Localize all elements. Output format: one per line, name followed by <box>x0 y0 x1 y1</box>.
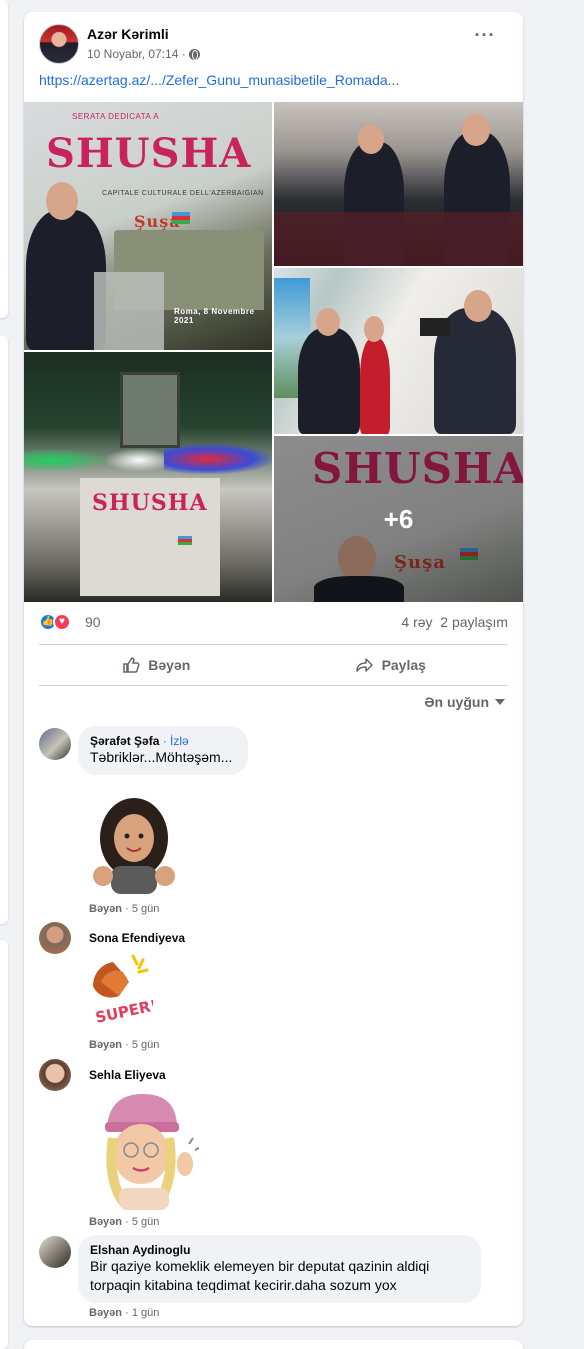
clapping-super-sticker[interactable]: SUPER! <box>89 952 159 1032</box>
thumbs-up-icon <box>123 657 140 673</box>
next-post-card <box>24 1340 523 1349</box>
comment-text: Bir qaziye komeklik elemeyen bir deputat… <box>90 1258 430 1293</box>
post-header: Azər Kərimli 10 Noyabr, 07:14 · ··· <box>39 24 511 64</box>
author-avatar[interactable] <box>39 24 79 64</box>
commenter-name: Şərafət Şəfa · İzlə <box>90 734 236 748</box>
facade-banner: SHUSHA <box>80 478 220 596</box>
banner-title: SHUSHA <box>46 130 252 177</box>
comment-footer: Bəyən · 1 gün <box>89 1307 159 1319</box>
comment-time[interactable]: · 5 gün <box>125 1039 159 1051</box>
share-button-label: Paylaş <box>381 657 426 673</box>
commenter-avatar[interactable] <box>39 922 71 954</box>
globe-icon <box>188 48 200 60</box>
comment-like-link[interactable]: Bəyən <box>89 1307 122 1319</box>
post-meta: 10 Noyabr, 07:14 · <box>87 47 200 61</box>
clapping-hands-icon: SUPER! <box>93 954 159 1027</box>
post-actions: Bəyən Paylaş <box>39 646 508 684</box>
interviewee-figure <box>298 328 360 434</box>
comment-footer: Bəyən · 5 gün <box>89 903 159 915</box>
post-link[interactable]: https://azertag.az/.../Zefer_Gunu_munasi… <box>39 72 399 88</box>
comment-bubble: Şərafət Şəfa · İzlə Təbriklər...Möhtəşəm… <box>78 726 248 775</box>
commenter-name[interactable]: Elshan Aydinoglu <box>90 1243 469 1257</box>
commenter-name-text[interactable]: Şərafət Şəfa <box>90 734 159 748</box>
comment-sort-dropdown[interactable]: Ən uyğun <box>424 694 505 710</box>
like-button-label: Bəyən <box>148 657 191 673</box>
camera <box>420 318 450 336</box>
comment-like-link[interactable]: Bəyən <box>89 1039 122 1051</box>
comment-like-link[interactable]: Bəyən <box>89 903 122 915</box>
share-count[interactable]: 2 paylaşım <box>440 614 508 630</box>
divider <box>39 644 508 645</box>
avatar-waving-sticker[interactable] <box>89 1092 202 1210</box>
photo-more[interactable]: SHUSHA Şuşa +6 <box>274 436 523 602</box>
commenter-name[interactable]: Sehla Eliyeva <box>89 1068 166 1082</box>
reaction-count[interactable]: 90 <box>85 614 101 630</box>
speaker-head <box>46 182 78 220</box>
avatar-sticker-icon <box>93 798 175 894</box>
post-stats: 4 rəy 2 paylaşım <box>401 614 508 630</box>
banner-date: Roma, 8 Novembre 2021 <box>174 307 255 325</box>
like-button[interactable]: Bəyən <box>39 646 274 684</box>
facade-banner-title: SHUSHA <box>92 490 208 516</box>
photo-audience-applause[interactable] <box>274 102 523 266</box>
audience-head <box>358 124 384 154</box>
azerbaijan-flag-icon <box>178 536 192 545</box>
comment-time[interactable]: · 1 gün <box>125 1307 159 1319</box>
window <box>120 372 180 448</box>
post-card: Azər Kərimli 10 Noyabr, 07:14 · ··· http… <box>24 12 523 1326</box>
photo-grid: SERATA DEDICATA A SHUSHA CAPITALE CULTUR… <box>24 102 523 602</box>
reporter-figure <box>360 338 390 434</box>
share-button[interactable]: Paylaş <box>274 646 509 684</box>
comment-text: Təbriklər...Möhtəşəm... <box>90 749 233 765</box>
commenter-name[interactable]: Sona Efendiyeva <box>89 931 185 945</box>
love-reaction-icon[interactable]: ♥ <box>53 613 71 631</box>
avatar-waving-icon <box>105 1094 202 1210</box>
podium <box>94 272 164 350</box>
comment-time[interactable]: · 5 gün <box>125 903 159 915</box>
comment-bubble: Elshan Aydinoglu Bir qaziye komeklik ele… <box>78 1235 481 1303</box>
comment-footer: Bəyən · 5 gün <box>89 1216 159 1228</box>
more-photos-overlay[interactable]: +6 <box>274 436 523 602</box>
more-options-icon[interactable]: ··· <box>473 26 497 50</box>
sort-label: Ən uyğun <box>424 694 489 710</box>
reactions-bar: 👍 ♥ 90 4 rəy 2 paylaşım <box>39 612 508 632</box>
comment-footer: Bəyən · 5 gün <box>89 1039 159 1051</box>
follow-link[interactable]: · İzlə <box>163 734 189 748</box>
author-name[interactable]: Azər Kərimli <box>87 26 169 42</box>
svg-text:SUPER!: SUPER! <box>94 996 153 1027</box>
commenter-avatar[interactable] <box>39 728 71 760</box>
comment-time[interactable]: · 5 gün <box>125 1216 159 1228</box>
left-column-card <box>0 336 8 924</box>
comment-count[interactable]: 4 rəy <box>401 614 432 630</box>
photo-speaker-podium[interactable]: SERATA DEDICATA A SHUSHA CAPITALE CULTUR… <box>24 102 272 350</box>
cameraman-head <box>464 290 492 322</box>
left-column-card <box>0 0 8 318</box>
interviewee-head <box>316 308 340 336</box>
avatar-thumbs-up-sticker[interactable] <box>89 796 179 896</box>
red-blue-light <box>164 444 272 474</box>
reporter-head <box>364 316 384 342</box>
commenter-avatar[interactable] <box>39 1059 71 1091</box>
seats <box>274 212 523 266</box>
photo-building-facade[interactable]: SHUSHA <box>24 352 272 602</box>
photo-interview[interactable] <box>274 268 523 434</box>
post-date[interactable]: 10 Noyabr, 07:14 · <box>87 47 186 61</box>
caret-down-icon <box>495 699 505 705</box>
banner-top-text: SERATA DEDICATA A <box>72 112 160 121</box>
divider <box>39 685 508 686</box>
commenter-avatar[interactable] <box>39 1236 71 1268</box>
comment-like-link[interactable]: Bəyən <box>89 1216 122 1228</box>
share-arrow-icon <box>355 658 373 672</box>
banner-subtitle: CAPITALE CULTURALE DELL'AZERBAIGIAN <box>102 190 264 197</box>
green-light <box>24 448 114 472</box>
audience-head <box>462 114 490 146</box>
left-column-card <box>0 940 8 1349</box>
azerbaijan-flag-icon <box>172 212 190 224</box>
